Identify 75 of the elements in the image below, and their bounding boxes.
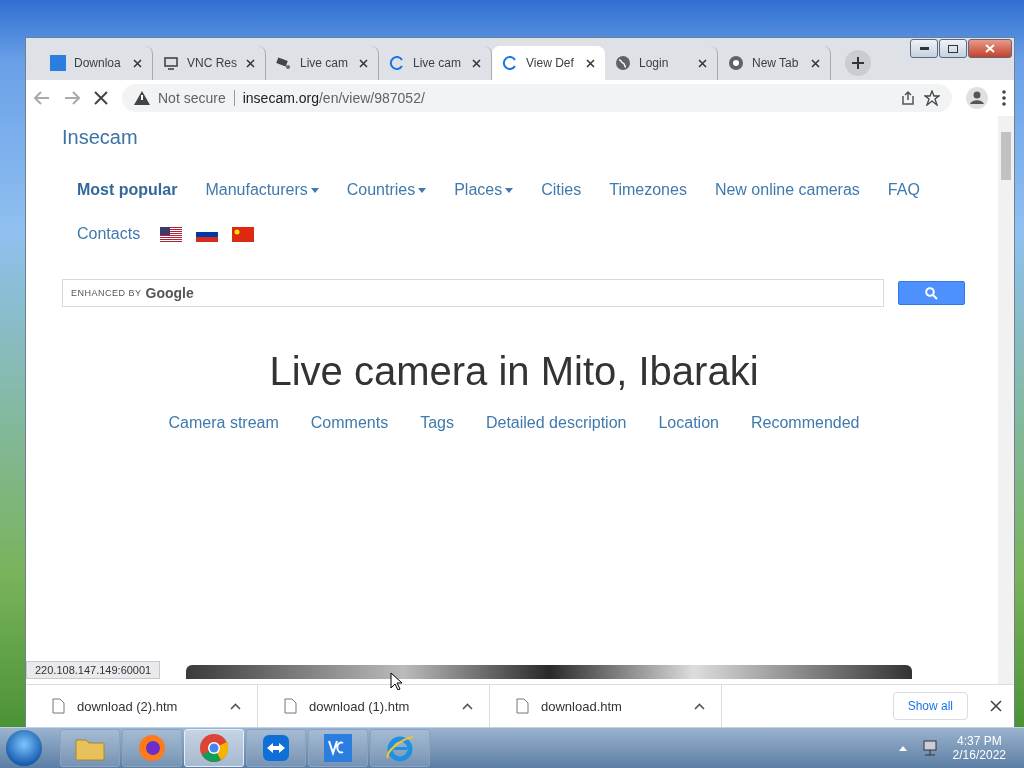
stop-icon — [94, 91, 108, 105]
warning-icon — [134, 91, 150, 105]
chevron-up-icon — [230, 702, 241, 710]
show-all-button[interactable]: Show all — [892, 692, 968, 720]
nav-link[interactable]: Manufacturers — [205, 181, 319, 199]
share-icon — [900, 90, 916, 106]
maximize-button[interactable] — [939, 39, 967, 58]
section-link[interactable]: Detailed description — [485, 414, 627, 432]
file-icon — [516, 698, 529, 714]
taskbar-app[interactable] — [308, 729, 368, 767]
close-icon — [811, 58, 820, 68]
chevron-up-icon — [694, 702, 705, 710]
url-text: insecam.org/en/view/987052/ — [233, 90, 425, 106]
clock-date: 2/16/2022 — [952, 748, 1006, 762]
browser-tab[interactable]: View Def — [492, 46, 605, 80]
internet-explorer-logo-icon — [385, 733, 415, 763]
nav-link[interactable]: Timezones — [609, 181, 687, 199]
nav-link[interactable]: Places — [454, 181, 514, 199]
close-icon — [246, 58, 255, 68]
clock-time: 4:37 PM — [956, 734, 1002, 748]
close-icon — [990, 700, 1002, 712]
taskbar-app[interactable] — [246, 729, 306, 767]
search-field[interactable]: ENHANCED BY Google — [62, 279, 884, 307]
search-button[interactable] — [898, 281, 965, 305]
forward-arrow-icon — [64, 91, 80, 105]
star-icon — [924, 90, 940, 106]
flag-icon — [232, 226, 255, 242]
close-icon — [985, 44, 995, 53]
flag-icon — [160, 226, 183, 242]
section-link[interactable]: Camera stream — [168, 414, 279, 432]
nav-link[interactable]: New online cameras — [714, 181, 860, 199]
back-arrow-icon — [34, 91, 50, 105]
nav-link[interactable]: Cities — [541, 181, 582, 199]
nav-link[interactable]: Contacts — [77, 225, 141, 243]
nav-link[interactable]: FAQ — [887, 181, 920, 199]
close-icon — [359, 58, 368, 68]
close-icon — [472, 58, 481, 68]
plus-icon — [851, 56, 865, 70]
section-link[interactable]: Tags — [420, 414, 454, 432]
close-button[interactable] — [968, 39, 1012, 58]
new-tab-button[interactable] — [845, 50, 871, 76]
firefox-logo-icon — [138, 734, 166, 762]
nav-link[interactable]: Most popular — [77, 181, 178, 199]
globe-icon — [615, 55, 631, 71]
site-brand[interactable]: Insecam — [62, 126, 998, 149]
search-icon — [925, 286, 938, 300]
section-link[interactable]: Location — [658, 414, 719, 432]
network-icon — [920, 740, 939, 756]
loading-spinner-icon — [389, 55, 405, 71]
file-icon — [284, 698, 297, 714]
profile-icon — [966, 87, 988, 109]
page-heading: Live camera in Mito, Ibaraki — [268, 349, 760, 394]
address-bar[interactable]: Not secure insecam.org/en/view/987052/ — [122, 84, 952, 112]
section-link[interactable]: Recommended — [750, 414, 860, 432]
chevron-up-icon — [462, 702, 473, 710]
loading-spinner-icon — [502, 55, 518, 71]
section-link[interactable]: Comments — [310, 414, 389, 432]
status-url: 220.108.147.149:60001 — [26, 661, 161, 679]
more-menu-icon — [1002, 90, 1006, 106]
tray-arrow-icon — [898, 745, 907, 751]
nav-link[interactable]: Countries — [346, 181, 427, 199]
start-button[interactable] — [6, 730, 42, 766]
scrollbar[interactable] — [998, 116, 1014, 684]
teamviewer-logo-icon — [262, 734, 290, 762]
file-icon — [52, 698, 65, 714]
monitor-icon — [163, 55, 179, 71]
close-icon — [698, 58, 707, 68]
close-icon — [586, 58, 595, 68]
close-icon — [133, 58, 142, 68]
restore-icon — [948, 44, 958, 53]
taskbar-app[interactable] — [122, 729, 182, 767]
minimize-button[interactable] — [910, 39, 938, 58]
camera-icon — [276, 55, 292, 71]
minimize-icon — [919, 47, 929, 50]
security-label: Not secure — [158, 90, 226, 106]
